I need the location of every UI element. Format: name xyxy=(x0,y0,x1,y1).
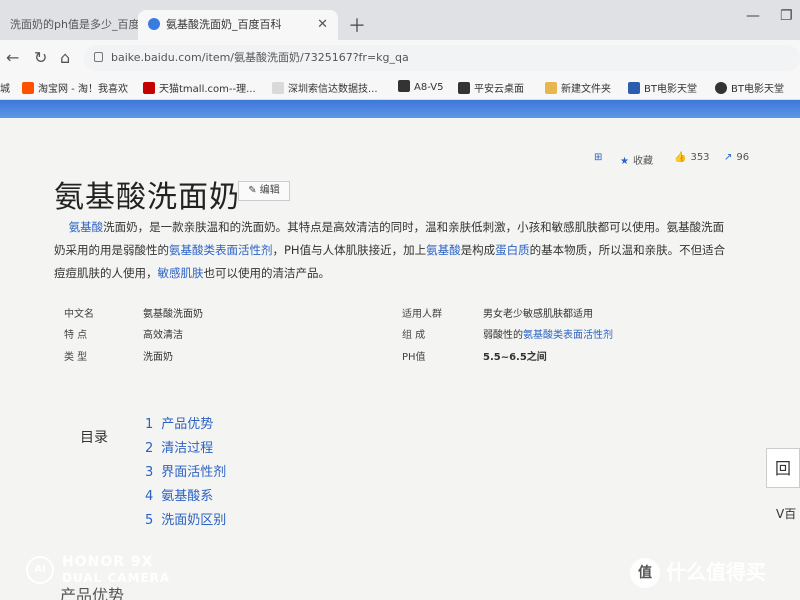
info-label: 特 点 xyxy=(64,330,88,341)
tab-label: 氨基酸洗面奶_百度百科 xyxy=(166,18,282,31)
minimize-icon[interactable]: — xyxy=(746,8,760,24)
like-button[interactable]: 👍 353 xyxy=(674,152,710,163)
folder-icon xyxy=(545,82,557,94)
seeyon-icon xyxy=(398,80,410,92)
bookmark-page[interactable]: 深圳索信达数据技... xyxy=(272,80,378,95)
page-title: 氨基酸洗面奶 xyxy=(54,180,240,215)
toc-item[interactable]: 4 氨基酸系 xyxy=(145,485,213,504)
home-icon[interactable]: ⌂ xyxy=(60,48,70,67)
intro-link[interactable]: 蛋白质 xyxy=(495,243,530,257)
bookmark-bt-2[interactable]: BT电影天堂 xyxy=(715,80,784,95)
toc-title: 目录 xyxy=(80,430,108,446)
side-text: V百 xyxy=(776,507,797,521)
maximize-icon[interactable]: ❐ xyxy=(780,8,793,24)
info-label: PH值 xyxy=(402,352,426,363)
info-value: 氨基酸洗面奶 xyxy=(143,309,203,320)
lock-icon xyxy=(94,52,103,62)
tab-baike[interactable]: 氨基酸洗面奶_百度百科 ✕ xyxy=(138,10,338,40)
info-label: 组 成 xyxy=(402,330,426,341)
favorite-button[interactable]: ★ 收藏 xyxy=(620,152,653,167)
share-icon: ↗ xyxy=(724,152,733,163)
info-value: 5.5~6.5之间 xyxy=(483,352,547,363)
globe-icon xyxy=(715,82,727,94)
taobao-icon xyxy=(22,82,34,94)
close-tab-icon[interactable]: ✕ xyxy=(317,10,328,40)
plus-square-icon: ⊞ xyxy=(594,152,603,163)
info-label: 类 型 xyxy=(64,352,88,363)
info-value: 男女老少敏感肌肤都适用 xyxy=(483,309,593,320)
bt-icon xyxy=(628,82,640,94)
bookmarks-bar: 城 淘宝网 - 淘！我喜欢 天猫tmall.com--理... 深圳索信达数据技… xyxy=(0,76,800,100)
info-link[interactable]: 氨基酸类表面活性剂 xyxy=(523,330,613,341)
info-label: 中文名 xyxy=(64,309,94,320)
browser-toolbar: ← ↻ ⌂ baike.baidu.com/item/氨基酸洗面奶/732516… xyxy=(0,40,800,76)
pencil-icon: ✎ xyxy=(248,185,260,196)
intro-link[interactable]: 氨基酸类表面活性剂 xyxy=(169,243,273,257)
share-button[interactable]: ↗ 96 xyxy=(724,152,749,163)
new-tab-button[interactable]: ＋ xyxy=(348,12,366,38)
bookmark-item[interactable]: 城 xyxy=(0,80,10,95)
bookmark-pingan[interactable]: 平安云桌面 xyxy=(458,80,524,95)
bookmark-folder[interactable]: 新建文件夹 xyxy=(545,80,611,95)
edit-button[interactable]: ✎ 编辑 xyxy=(238,181,290,201)
bookmark-a8[interactable]: A8-V5 xyxy=(398,80,443,93)
info-value: 洗面奶 xyxy=(143,352,173,363)
intro-link[interactable]: 敏感肌肤 xyxy=(158,266,204,280)
address-bar[interactable]: baike.baidu.com/item/氨基酸洗面奶/7325167?fr=k… xyxy=(84,45,800,71)
star-icon: ★ xyxy=(620,156,629,167)
baidu-paw-icon xyxy=(148,18,160,30)
toc-item[interactable]: 2 清洁过程 xyxy=(145,437,213,456)
site-header-bar xyxy=(0,100,800,118)
url-text: baike.baidu.com/item/氨基酸洗面奶/7325167?fr=k… xyxy=(111,51,409,64)
side-widget[interactable]: 回 xyxy=(766,448,800,488)
intro-link[interactable]: 氨基酸 xyxy=(69,220,104,234)
pingan-icon xyxy=(458,82,470,94)
toc-item[interactable]: 5 洗面奶区别 xyxy=(145,509,226,528)
add-button[interactable]: ⊞ xyxy=(594,152,606,163)
tmall-icon xyxy=(143,82,155,94)
smzdm-logo-icon: 值 xyxy=(630,558,660,588)
info-value: 弱酸性的氨基酸类表面活性剂 xyxy=(483,330,613,341)
reload-icon[interactable]: ↻ xyxy=(34,48,47,67)
intro-link[interactable]: 氨基酸 xyxy=(426,243,461,257)
info-value: 高效清洁 xyxy=(143,330,183,341)
bookmark-tmall[interactable]: 天猫tmall.com--理... xyxy=(143,80,256,95)
info-label: 适用人群 xyxy=(402,309,442,320)
bookmark-taobao[interactable]: 淘宝网 - 淘！我喜欢 xyxy=(22,80,128,95)
site-watermark: 值什么值得买 xyxy=(630,556,766,588)
page-icon xyxy=(272,82,284,94)
toc-item[interactable]: 3 界面活性剂 xyxy=(145,461,226,480)
tab-strip: 洗面奶的ph值是多少_百度搜 氨基酸洗面奶_百度百科 ✕ ＋ — ❐ xyxy=(0,0,800,40)
tab-search[interactable]: 洗面奶的ph值是多少_百度搜 xyxy=(0,10,138,40)
tab-label: 洗面奶的ph值是多少_百度搜 xyxy=(10,18,138,31)
thumbs-up-icon: 👍 xyxy=(674,152,687,163)
ai-camera-icon: AI xyxy=(26,556,54,584)
toc-item[interactable]: 1 产品优势 xyxy=(145,413,213,432)
bookmark-bt[interactable]: BT电影天堂 xyxy=(628,80,697,95)
intro-paragraph: 氨基酸洗面奶，是一款亲肤温和的洗面奶。其特点是高效清洁的同时，温和亲肤低刺激，小… xyxy=(54,220,726,280)
back-arrow-icon[interactable]: ← xyxy=(6,48,19,67)
